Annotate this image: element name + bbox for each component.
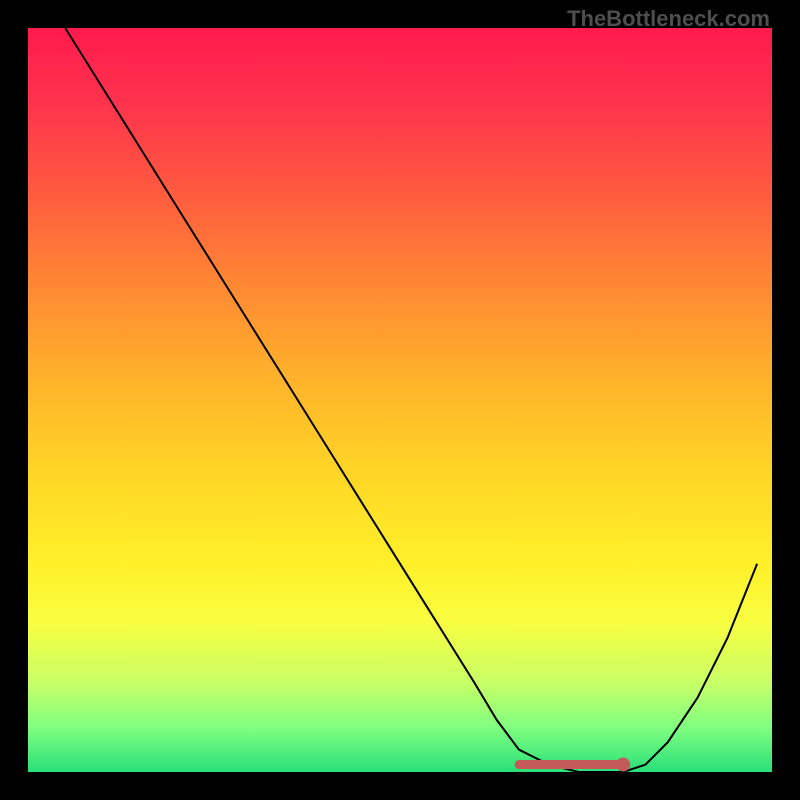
end-dot <box>616 758 630 772</box>
chart-container: TheBottleneck.com <box>0 0 800 800</box>
plot-area <box>28 28 772 772</box>
curve-svg <box>28 28 772 772</box>
bottleneck-curve-path <box>65 28 757 772</box>
